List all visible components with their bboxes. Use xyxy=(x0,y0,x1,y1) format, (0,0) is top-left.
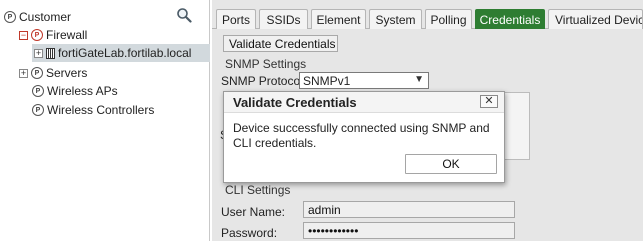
node-icon: P xyxy=(31,67,43,79)
dialog-title: Validate Credentials xyxy=(233,95,357,110)
tree-item-firewall[interactable]: − P Firewall xyxy=(19,26,87,44)
snmp-settings-heading: SNMP Settings xyxy=(225,57,307,71)
tree-item-servers[interactable]: + P Servers xyxy=(19,64,87,82)
collapse-icon[interactable]: − xyxy=(19,30,28,40)
tab-credentials[interactable]: Credentials xyxy=(475,9,545,29)
node-icon: P xyxy=(32,104,44,116)
validate-credentials-dialog: Validate Credentials ✕ Device successful… xyxy=(223,91,505,183)
tree-item-label: fortiGateLab.fortilab.local xyxy=(58,46,192,60)
tree-item-customer[interactable]: P Customer xyxy=(4,8,71,26)
tab-element[interactable]: Element xyxy=(311,9,366,29)
tab-ssids[interactable]: SSIDs xyxy=(259,9,308,29)
tree-item-label: Servers xyxy=(46,66,88,80)
tab-bar: Ports SSIDs Element System Polling Crede… xyxy=(212,9,643,29)
dialog-header: Validate Credentials ✕ xyxy=(224,92,504,113)
search-icon[interactable] xyxy=(176,7,192,23)
snmp-protocol-select[interactable]: SNMPv1 ▼ xyxy=(299,72,429,89)
password-label: Password: xyxy=(221,226,278,240)
validate-credentials-button[interactable]: Validate Credentials xyxy=(223,35,338,52)
close-icon[interactable]: ✕ xyxy=(480,95,498,108)
username-label: User Name: xyxy=(221,205,286,219)
password-field[interactable]: •••••••••••• xyxy=(303,222,515,239)
device-icon xyxy=(46,47,55,59)
tree-item-label: Firewall xyxy=(46,28,88,42)
tree-item-wireless-controllers[interactable]: P Wireless Controllers xyxy=(32,101,154,119)
expand-icon[interactable]: + xyxy=(34,48,43,58)
chevron-down-icon: ▼ xyxy=(414,74,424,85)
tab-polling[interactable]: Polling xyxy=(425,9,472,29)
tab-ports[interactable]: Ports xyxy=(216,9,256,29)
ok-button[interactable]: OK xyxy=(405,154,497,174)
snmp-protocol-label: SNMP Protocol: xyxy=(221,74,307,88)
tree-item-label: Wireless Controllers xyxy=(47,103,155,117)
tree-item-wireless-aps[interactable]: P Wireless APs xyxy=(32,82,118,100)
device-tree-panel: P Customer − P Firewall + fortiGateLab.f… xyxy=(0,0,210,241)
tab-system[interactable]: System xyxy=(369,9,422,29)
username-field[interactable]: admin xyxy=(303,201,515,218)
node-icon: P xyxy=(4,11,16,23)
tree-item-label: Wireless APs xyxy=(47,84,118,98)
expand-icon[interactable]: + xyxy=(19,68,28,78)
node-icon: P xyxy=(31,29,43,41)
tab-virtualized-devices[interactable]: Virtualized Devices xyxy=(548,9,643,29)
tree-item-label: Customer xyxy=(19,10,72,24)
snmp-protocol-value: SNMPv1 xyxy=(303,73,351,88)
tree-item-fortigatelab[interactable]: + fortiGateLab.fortilab.local xyxy=(32,44,210,62)
node-icon: P xyxy=(32,85,44,97)
dialog-message: Device successfully connected using SNMP… xyxy=(233,121,490,150)
cli-settings-heading: CLI Settings xyxy=(225,183,291,197)
